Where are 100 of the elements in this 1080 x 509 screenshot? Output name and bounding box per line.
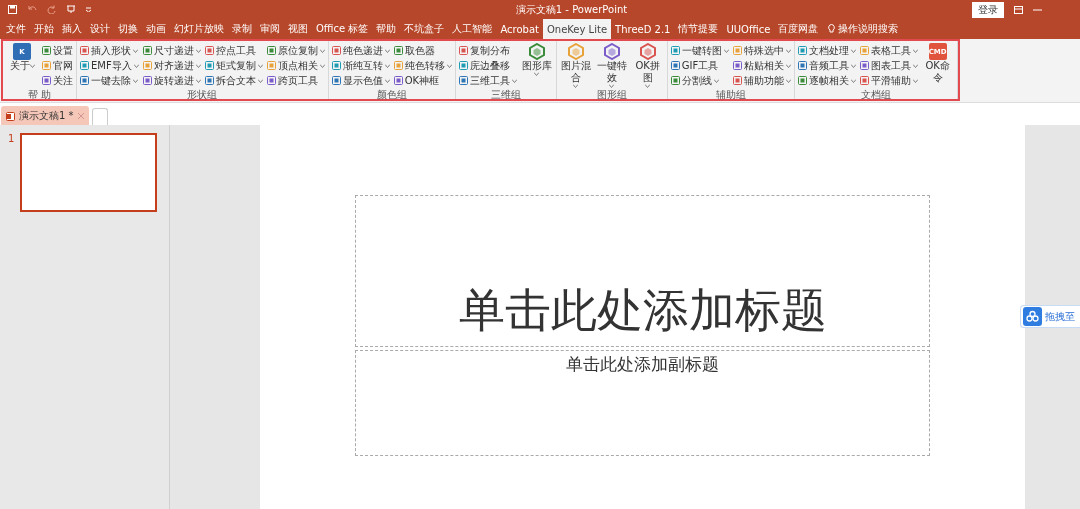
ribbon-tab[interactable]: 插入 — [58, 19, 86, 39]
ribbon-button[interactable]: 跨页工具 — [266, 73, 325, 88]
ribbon-tab[interactable]: 帮助 — [372, 19, 401, 39]
ribbon-tab[interactable]: 切换 — [114, 19, 142, 39]
ribbon-tab[interactable]: UUOffice — [722, 19, 775, 39]
group-label: 三维组 — [489, 89, 522, 101]
ribbon-button[interactable]: 关注 — [42, 73, 73, 88]
caret-icon — [446, 63, 452, 68]
ribbon-button[interactable]: 纯色转移 — [393, 58, 452, 73]
ribbon-button[interactable]: 音频工具 — [797, 58, 856, 73]
cloud-icon — [1023, 307, 1042, 326]
ribbon-button[interactable]: 顶点相关 — [266, 58, 325, 73]
ribbon-button[interactable]: 一键转图 — [670, 43, 729, 58]
ribbon-button[interactable]: 一键特效 — [595, 43, 628, 88]
ribbon-tab[interactable]: OneKey Lite — [542, 19, 612, 39]
ribbon-button[interactable]: 纯色递进 — [331, 43, 390, 58]
present-icon[interactable] — [66, 5, 76, 14]
ribbon-tab[interactable]: 录制 — [228, 19, 256, 39]
caret-icon — [534, 72, 540, 76]
group-label: 图形组 — [595, 89, 628, 101]
caret-icon — [133, 78, 138, 83]
ribbon-button[interactable]: 文档处理 — [797, 43, 856, 58]
ribbon-button[interactable]: GIF工具 — [670, 58, 729, 73]
ribbon-button[interactable]: OK拼图 — [631, 43, 664, 88]
ribbon-tab[interactable]: 幻灯片放映 — [170, 19, 228, 39]
ribbon-button[interactable]: 逐帧相关 — [797, 73, 856, 88]
ribbon-tab[interactable]: 开始 — [30, 19, 58, 39]
ribbon-button[interactable]: 官网 — [42, 58, 73, 73]
ribbon-button[interactable]: 庑边叠移 — [458, 58, 517, 73]
ribbon-button[interactable]: 复制分布 — [458, 43, 517, 58]
ribbon-button[interactable]: 设置 — [42, 43, 73, 58]
ribbon-button[interactable]: 矩式复制 — [204, 58, 263, 73]
ribbon-button[interactable]: 图表工具 — [859, 58, 918, 73]
slide-thumbnail[interactable] — [20, 133, 158, 212]
slide-number: 1 — [8, 133, 15, 146]
minimize-icon[interactable] — [1033, 8, 1042, 11]
ribbon-tab[interactable]: 不坑盒子 — [400, 19, 449, 39]
tool-icon — [142, 46, 152, 55]
login-button[interactable]: 登录 — [972, 1, 1004, 18]
ribbon-button[interactable]: 一键去除 — [80, 73, 139, 88]
ribbon-button[interactable]: 平滑辅助 — [859, 73, 918, 88]
caret-icon — [195, 63, 201, 68]
group-label: 帮 助 — [26, 89, 53, 101]
ribbon-button[interactable]: 粘贴相关 — [732, 58, 791, 73]
ribbon-button[interactable]: 辅助功能 — [732, 73, 791, 88]
ribbon-button[interactable]: 旋转递进 — [142, 73, 201, 88]
tool-icon — [670, 76, 680, 85]
ribbon-button[interactable]: 表格工具 — [859, 43, 918, 58]
tool-icon — [204, 76, 214, 85]
ribbon-tab[interactable]: Acrobat — [496, 19, 543, 39]
ribbon-button[interactable]: 拆合文本 — [204, 73, 263, 88]
save-icon[interactable] — [8, 5, 17, 14]
ribbon-tab[interactable]: 审阅 — [256, 19, 284, 39]
ribbon-display-icon[interactable] — [1014, 5, 1023, 14]
ribbon-button[interactable]: 取色器 — [393, 43, 452, 58]
ribbon-button[interactable]: 插入形状 — [80, 43, 139, 58]
redo-icon[interactable] — [47, 5, 56, 14]
document-tab[interactable]: 演示文稿1 * — [1, 106, 89, 125]
caret-icon — [723, 48, 729, 53]
tool-icon — [331, 46, 341, 55]
ribbon-button[interactable]: 渐纯互转 — [331, 58, 390, 73]
side-dock-button[interactable]: 拖拽至 — [1020, 305, 1080, 328]
ribbon-tab[interactable]: 百度网盘 — [774, 19, 823, 39]
ribbon-button[interactable]: 三维工具 — [458, 73, 517, 88]
tool-icon — [670, 61, 680, 70]
ribbon-tab[interactable]: ThreeD 2.1 — [611, 19, 675, 39]
caret-icon — [195, 78, 201, 83]
ribbon-button[interactable]: 原位复制 — [266, 43, 325, 58]
side-dock-label: 拖拽至 — [1045, 309, 1075, 324]
ribbon-button[interactable]: 图片混合 — [559, 43, 592, 88]
ribbon-tab[interactable]: Office 标签 — [312, 19, 373, 39]
ribbon-tab[interactable]: 人工智能 — [448, 19, 497, 39]
subtitle-placeholder[interactable]: 单击此处添加副标题 — [355, 350, 930, 456]
caret-icon — [609, 84, 615, 88]
tell-me-search[interactable]: 操作说明搜索 — [838, 22, 899, 36]
ribbon-tab[interactable]: 设计 — [86, 19, 114, 39]
ribbon-button[interactable]: OK神框 — [393, 73, 452, 88]
ribbon-button[interactable]: 显示色值 — [331, 73, 390, 88]
tool-icon — [331, 76, 341, 85]
ribbon-button[interactable]: 图形库 — [520, 43, 553, 76]
ribbon-tab[interactable]: 情节提要 — [674, 19, 723, 39]
ribbon-button[interactable]: 控点工具 — [204, 43, 263, 58]
tool-icon — [797, 76, 807, 85]
group-label: 文档组 — [859, 89, 892, 101]
ribbon-tab[interactable]: 文件 — [2, 19, 30, 39]
ribbon-button[interactable]: 对齐递进 — [142, 58, 201, 73]
tool-icon — [393, 46, 403, 55]
ribbon-button[interactable]: 尺寸递进 — [142, 43, 201, 58]
ribbon-tab[interactable]: 视图 — [284, 19, 312, 39]
tool-icon — [266, 46, 276, 55]
title-placeholder[interactable]: 单击此处添加标题 — [355, 195, 930, 347]
caret-icon — [850, 78, 856, 83]
ribbon-button[interactable]: 分割线 — [670, 73, 729, 88]
customize-icon[interactable] — [86, 7, 91, 12]
caret-icon — [384, 48, 390, 53]
ribbon-button[interactable]: EMF导入 — [80, 58, 139, 73]
ribbon-tab[interactable]: 动画 — [142, 19, 170, 39]
caret-icon — [785, 48, 791, 53]
tool-icon — [638, 43, 657, 60]
ribbon-button[interactable]: 特殊选中 — [732, 43, 791, 58]
